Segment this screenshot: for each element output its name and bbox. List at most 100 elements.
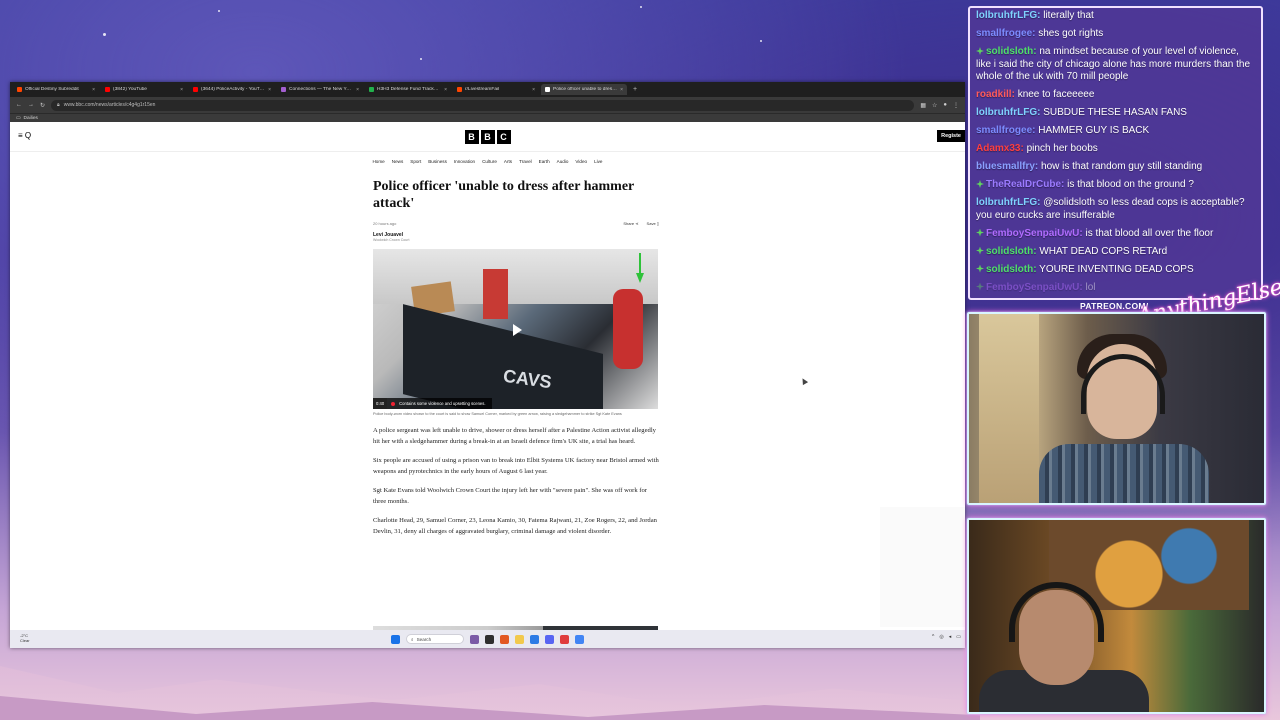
chrome-icon[interactable] — [575, 634, 584, 644]
nav-item[interactable]: Live — [594, 159, 602, 164]
register-button[interactable]: Registe — [937, 130, 965, 142]
chat-message: TheRealDrCube: is that blood on the grou… — [976, 179, 1255, 192]
nav-item[interactable]: Video — [575, 159, 587, 164]
bbc-logo-letter: B — [464, 129, 479, 144]
lock-icon[interactable]: 🔒︎ — [57, 102, 60, 108]
nav-item[interactable]: Earth — [539, 159, 550, 164]
close-icon[interactable]: × — [356, 87, 359, 93]
nav-item[interactable]: Travel — [519, 159, 532, 164]
bookmarks-bar: ▭ Dailies — [10, 113, 965, 122]
chat-username[interactable]: solidsloth: — [986, 246, 1037, 257]
terminal-icon[interactable] — [485, 634, 494, 644]
play-icon[interactable] — [507, 321, 525, 339]
nav-item[interactable]: News — [392, 159, 404, 164]
nav-item[interactable]: Innovation — [454, 159, 475, 164]
green-arrow-icon — [636, 253, 644, 283]
tab-label: (3644) PoliceActivity - YouTube — [201, 87, 266, 92]
chat-text: literally that — [1043, 10, 1094, 21]
article: Police officer 'unable to dress after ha… — [373, 178, 659, 537]
weather-widget[interactable]: -2°C Clear — [20, 633, 30, 643]
address-toolbar: ← → ↻ 🔒︎ www.bbc.com/news/articles/c4g4g… — [10, 97, 965, 113]
sub-badge-icon — [976, 228, 984, 237]
weather-desc: Clear — [20, 638, 30, 643]
chat-username[interactable]: Adamx33: — [976, 143, 1024, 154]
taskbar-search[interactable]: ⌕ Search — [406, 634, 464, 644]
chat-username[interactable]: smallfrogee: — [976, 28, 1035, 39]
app-icon[interactable] — [560, 634, 569, 644]
close-icon[interactable]: × — [532, 87, 535, 93]
chat-username[interactable]: FemboySenpaiUwU: — [986, 228, 1083, 239]
chat-message: lolbruhfrLFG: literally that — [976, 10, 1255, 23]
volume-icon[interactable]: ◂ — [949, 634, 952, 640]
chat-username[interactable]: solidsloth: — [986, 46, 1037, 57]
article-paragraph: A police sergeant was left unable to dri… — [373, 427, 656, 445]
network-icon[interactable]: ◎ — [939, 634, 943, 640]
battery-icon[interactable]: ▭ — [956, 634, 961, 640]
nav-item[interactable]: Culture — [482, 159, 497, 164]
bookmark-dailies[interactable]: Dailies — [24, 116, 38, 121]
chat-username[interactable]: solidsloth: — [986, 264, 1037, 275]
close-icon[interactable]: × — [180, 87, 183, 93]
chat-username[interactable]: lolbruhfrLFG: — [976, 107, 1040, 118]
video-frame — [483, 269, 508, 319]
app-icon[interactable] — [500, 634, 509, 644]
star — [640, 6, 642, 8]
webcam-streamer-2 — [967, 518, 1266, 714]
save-button[interactable]: Save ▯ — [647, 221, 659, 226]
chat-message: lolbruhfrLFG: @solidsloth so less dead c… — [976, 197, 1255, 222]
close-icon[interactable]: × — [92, 87, 95, 93]
browser-tab[interactable]: Official Destiny Subreddit × — [13, 84, 99, 95]
nav-item[interactable]: Home — [372, 159, 384, 164]
app-icon[interactable] — [470, 634, 479, 644]
chat-username[interactable]: lolbruhfrLFG: — [976, 197, 1040, 208]
close-icon[interactable]: × — [268, 87, 271, 93]
close-icon[interactable]: × — [620, 87, 623, 93]
start-icon[interactable] — [391, 634, 400, 644]
new-tab-icon[interactable]: + — [629, 86, 641, 93]
nav-item[interactable]: Audio — [557, 159, 569, 164]
chat-username[interactable]: lolbruhfrLFG: — [976, 10, 1040, 21]
chat-username[interactable]: bluesmallfry: — [976, 161, 1038, 172]
bbc-logo[interactable]: B B C — [464, 129, 511, 144]
system-tray[interactable]: ^ ◎ ◂ ▭ — [932, 634, 961, 640]
forward-icon[interactable]: → — [28, 102, 34, 108]
sub-badge-icon — [976, 264, 984, 273]
browser-tab[interactable]: (3644) PoliceActivity - YouTube × — [189, 84, 275, 95]
chevron-up-icon[interactable]: ^ — [932, 634, 934, 640]
video-player[interactable]: CAVS 0:40 Contains some violence and ups… — [373, 249, 658, 409]
webcam-streamer-1 — [967, 312, 1266, 505]
video-frame — [613, 289, 643, 369]
chat-username[interactable]: FemboySenpaiUwU: — [986, 282, 1083, 293]
tab-label: Official Destiny Subreddit — [25, 87, 79, 92]
browser-tab[interactable]: r/LivestreamFail × — [453, 84, 539, 95]
star — [218, 10, 220, 12]
bookmark-star-icon[interactable]: ☆ — [932, 102, 937, 109]
menu-search-button[interactable]: ≡ Q — [18, 131, 31, 140]
browser-tab[interactable]: H3H3 Defense Fund Tracker - S × — [365, 84, 451, 95]
browser-tab[interactable]: Police officer unable to dress a × — [541, 84, 627, 95]
star — [420, 58, 422, 60]
close-icon[interactable]: × — [444, 87, 447, 93]
chat-username[interactable]: roadkill: — [976, 89, 1015, 100]
nav-item[interactable]: Business — [428, 159, 447, 164]
reload-icon[interactable]: ↻ — [40, 102, 45, 109]
browser-tab[interactable]: Connections — The New York T × — [277, 84, 363, 95]
profile-icon[interactable]: ● — [943, 102, 947, 108]
address-bar[interactable]: 🔒︎ www.bbc.com/news/articles/c4g4g1r15en — [51, 99, 915, 111]
chat-username[interactable]: TheRealDrCube: — [986, 179, 1064, 190]
app-icon[interactable] — [530, 634, 539, 644]
bbc-logo-letter: B — [480, 129, 495, 144]
ad-placeholder — [880, 507, 965, 627]
chat-message: smallfrogee: shes got rights — [976, 28, 1255, 41]
nav-item[interactable]: Arts — [504, 159, 512, 164]
extensions-icon[interactable]: ▦ — [920, 102, 926, 109]
back-icon[interactable]: ← — [16, 102, 22, 108]
nav-item[interactable]: Sport — [410, 159, 421, 164]
folder-icon[interactable] — [515, 634, 524, 644]
video-caption: Police body-worn video shown to the cour… — [373, 412, 622, 416]
chat-username[interactable]: smallfrogee: — [976, 125, 1035, 136]
browser-tab[interactable]: (3842) YouTube × — [101, 84, 187, 95]
browser-menu-icon[interactable]: ⋮ — [953, 102, 959, 109]
share-button[interactable]: Share ⋖ — [623, 221, 638, 226]
discord-icon[interactable] — [545, 634, 554, 644]
